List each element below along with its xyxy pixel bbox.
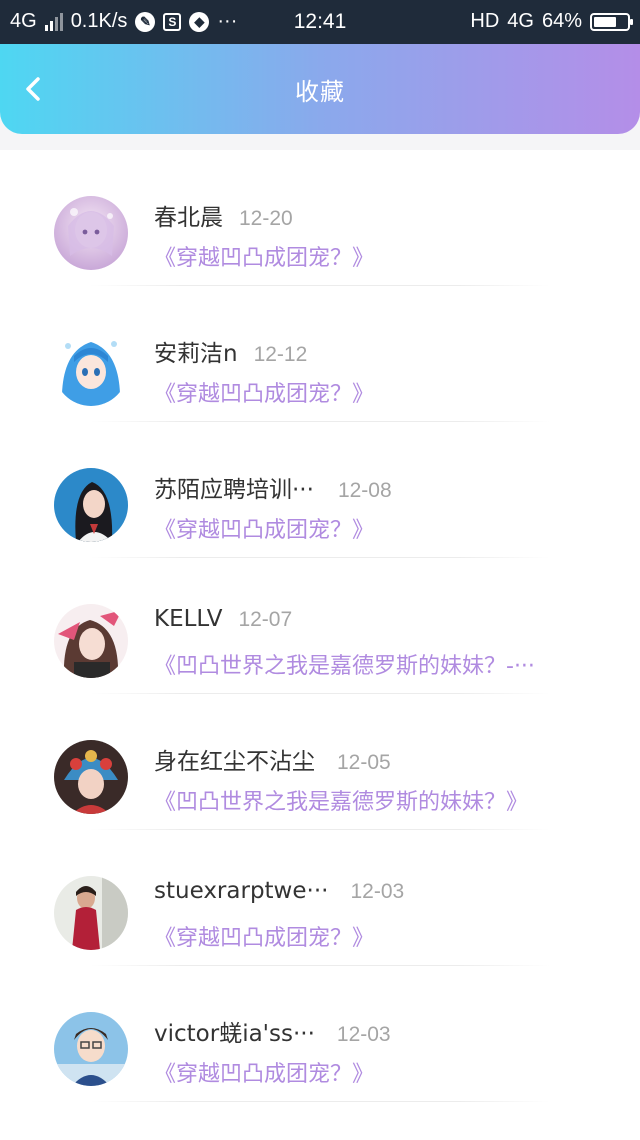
user-name[interactable]: 身在红尘不沾尘	[154, 742, 315, 776]
list-item[interactable]: 春北晨 12-20 《穿越凹凸成团宠？》	[0, 150, 640, 286]
avatar[interactable]	[54, 740, 128, 814]
item-header: KELLV 12-07	[154, 606, 292, 632]
book-title-link[interactable]: 《凹凸世界之我是嘉德罗斯的妹妹？-···	[154, 648, 535, 680]
battery-icon	[590, 12, 633, 31]
status-right: HD 4G 64%	[470, 10, 633, 33]
divider	[90, 1101, 550, 1102]
item-header: stuexrarptwe··· 12-03	[154, 878, 404, 904]
net-type-label: 4G	[507, 10, 534, 32]
favorites-list: 春北晨 12-20 《穿越凹凸成团宠？》 安莉洁n 12-12 《穿越凹凸成团宠…	[0, 150, 640, 1140]
item-header: 身在红尘不沾尘 12-05	[154, 742, 391, 776]
favorite-date: 12-12	[253, 343, 308, 366]
user-name[interactable]: 安莉洁n	[154, 334, 238, 368]
hd-label: HD	[470, 10, 500, 32]
favorite-date: 12-08	[337, 479, 392, 502]
list-item[interactable]: victor蜣ia'ss··· 12-03 《穿越凹凸成团宠？》	[0, 966, 640, 1102]
favorite-date: 12-07	[238, 608, 293, 631]
user-name[interactable]: victor蜣ia'ss···	[154, 1014, 315, 1048]
list-item[interactable]: stuexrarptwe··· 12-03 《穿越凹凸成团宠？》	[0, 830, 640, 966]
status-bar: 4G 0.1K/s ✎ S ◆ ··· 12:41 HD 4G 64%	[0, 0, 640, 44]
book-title-link[interactable]: 《穿越凹凸成团宠？》	[154, 512, 374, 544]
item-header: 春北晨 12-20	[154, 198, 293, 232]
list-item[interactable]: 苏陌应聘培训··· 12-08 《穿越凹凸成团宠？》	[0, 422, 640, 558]
favorite-date: 12-03	[350, 880, 405, 903]
user-name[interactable]: 春北晨	[154, 198, 223, 232]
item-header: victor蜣ia'ss··· 12-03	[154, 1014, 391, 1048]
book-title-link[interactable]: 《穿越凹凸成团宠？》	[154, 240, 374, 272]
avatar[interactable]	[54, 1012, 128, 1086]
favorite-date: 12-05	[337, 751, 391, 774]
favorite-date: 12-03	[336, 1023, 391, 1046]
item-header: 苏陌应聘培训··· 12-08	[154, 470, 392, 504]
book-title-link[interactable]: 《穿越凹凸成团宠？》	[154, 1056, 374, 1088]
favorite-date: 12-20	[239, 207, 293, 230]
book-title-link[interactable]: 《穿越凹凸成团宠？》	[154, 376, 374, 408]
user-name[interactable]: KELLV	[154, 606, 222, 632]
list-item[interactable]: 身在红尘不沾尘 12-05 《凹凸世界之我是嘉德罗斯的妹妹？》	[0, 694, 640, 830]
book-title-link[interactable]: 《穿越凹凸成团宠？》	[154, 920, 374, 952]
app-header: 收藏	[0, 44, 640, 134]
user-name[interactable]: stuexrarptwe···	[154, 878, 328, 904]
avatar[interactable]	[54, 468, 128, 542]
avatar[interactable]	[54, 332, 128, 406]
item-header: 安莉洁n 12-12	[154, 334, 307, 368]
page-title: 收藏	[295, 78, 345, 106]
book-title-link[interactable]: 《凹凸世界之我是嘉德罗斯的妹妹？》	[154, 784, 528, 816]
battery-label: 64%	[541, 10, 582, 32]
avatar[interactable]	[54, 876, 128, 950]
list-item[interactable]: 安莉洁n 12-12 《穿越凹凸成团宠？》	[0, 286, 640, 422]
list-item[interactable]: KELLV 12-07 《凹凸世界之我是嘉德罗斯的妹妹？-···	[0, 558, 640, 694]
avatar[interactable]	[54, 196, 128, 270]
user-name[interactable]: 苏陌应聘培训···	[154, 470, 314, 504]
avatar[interactable]	[54, 604, 128, 678]
